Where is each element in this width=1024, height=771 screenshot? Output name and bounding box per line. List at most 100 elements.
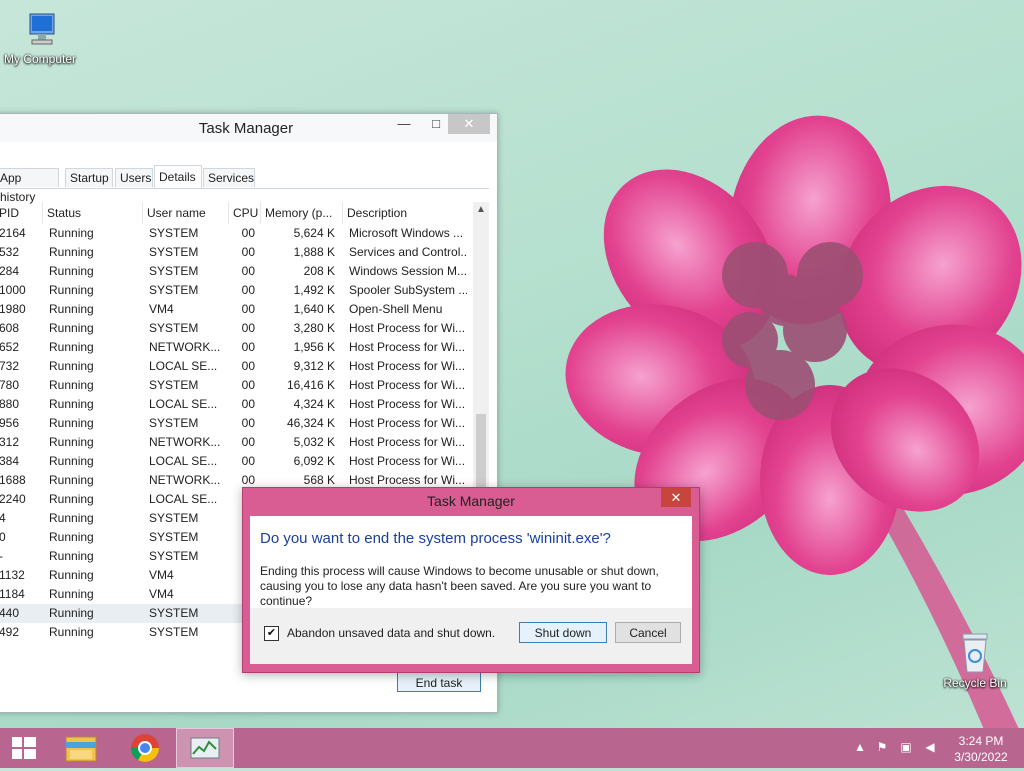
cell-user: SYSTEM [149, 321, 199, 335]
cell-desc: Host Process for Wi... [349, 435, 466, 449]
cell-user: SYSTEM [149, 283, 199, 297]
column-header-cpu[interactable]: CPU [229, 202, 261, 224]
tab-app-history[interactable]: App history [0, 168, 59, 204]
dialog-close-button[interactable]: ✕ [661, 488, 691, 507]
cell-status: Running [49, 568, 94, 582]
tab-details[interactable]: Details [154, 165, 202, 188]
cell-user: SYSTEM [149, 378, 199, 392]
cell-desc: Open-Shell Menu [349, 302, 443, 316]
cell-status: Running [49, 587, 94, 601]
cell-pid: 4 [0, 511, 6, 525]
table-row[interactable]: 732 Running LOCAL SE... 00 9,312 K Host Proce… [0, 357, 473, 376]
close-button[interactable]: ✕ [448, 114, 490, 134]
chrome-icon [131, 734, 159, 762]
taskbar: ▲ ⚑ ▣ ◀ 3:24 PM 3/30/2022 [0, 728, 1024, 768]
scroll-up-icon[interactable]: ▲ [476, 204, 486, 215]
scrollbar-thumb[interactable] [476, 414, 486, 498]
column-header-memory[interactable]: Memory (p... [261, 202, 343, 224]
cancel-button[interactable]: Cancel [615, 622, 681, 643]
table-row[interactable]: 608 Running SYSTEM 00 3,280 K Host Process fo… [0, 319, 473, 338]
tab-services[interactable]: Services [203, 168, 255, 187]
cell-desc: Services and Control... [349, 245, 467, 259]
table-row[interactable]: 956 Running SYSTEM 00 46,324 K Host Process f… [0, 414, 473, 433]
column-header-pid[interactable]: PID [0, 202, 43, 224]
cell-user: SYSTEM [149, 511, 199, 525]
tab-users[interactable]: Users [115, 168, 153, 187]
cell-desc: Host Process for Wi... [349, 340, 466, 354]
cell-cpu: 00 [241, 245, 255, 259]
cell-pid: 532 [0, 245, 20, 259]
minimize-button[interactable]: — [391, 114, 417, 134]
cell-mem: 5,624 K [293, 226, 335, 240]
cell-mem: 208 K [303, 264, 335, 278]
cell-desc: Microsoft Windows ... [349, 226, 464, 240]
show-hidden-icons-icon[interactable]: ▲ [852, 740, 868, 756]
cell-status: Running [49, 511, 94, 525]
cell-mem: 1,888 K [293, 245, 335, 259]
table-row[interactable]: 312 Running NETWORK... 00 5,032 K Host Proces… [0, 433, 473, 452]
dialog-question: Do you want to end the system process 'w… [260, 530, 611, 547]
cell-user: SYSTEM [149, 530, 199, 544]
cell-pid: 1000 [0, 283, 26, 297]
cell-pid: 880 [0, 397, 20, 411]
column-header-status[interactable]: Status [43, 202, 143, 224]
network-icon[interactable]: ▣ [898, 740, 914, 756]
maximize-button[interactable]: □ [423, 114, 449, 134]
start-button[interactable] [0, 728, 48, 768]
taskbar-task-manager[interactable] [176, 728, 234, 768]
tab-startup[interactable]: Startup [65, 168, 113, 187]
cell-desc: Host Process for Wi... [349, 321, 466, 335]
table-row[interactable]: 780 Running SYSTEM 00 16,416 K Host Process f… [0, 376, 473, 395]
cell-user: NETWORK... [149, 340, 221, 354]
cell-pid: 1184 [0, 587, 25, 601]
table-row[interactable]: 384 Running LOCAL SE... 00 6,092 K Host Proce… [0, 452, 473, 471]
cell-pid: 284 [0, 264, 20, 278]
table-row[interactable]: 284 Running SYSTEM 00 208 K Windows Session M… [0, 262, 473, 281]
cell-pid: 2164 [0, 226, 26, 240]
cell-cpu: 00 [241, 321, 255, 335]
cell-status: Running [49, 359, 94, 373]
table-row[interactable]: 652 Running NETWORK... 00 1,956 K Host Proces… [0, 338, 473, 357]
cell-status: Running [49, 245, 94, 259]
cell-cpu: 00 [241, 264, 255, 278]
volume-muted-icon[interactable]: ◀ [922, 740, 938, 756]
taskbar-file-explorer[interactable] [58, 728, 104, 768]
cell-pid: 732 [0, 359, 20, 373]
recycle-bin-label: Recycle Bin [943, 676, 1007, 690]
table-row[interactable]: 2164 Running SYSTEM 00 5,624 K Microsoft Wind… [0, 224, 473, 243]
cell-user: LOCAL SE... [149, 492, 218, 506]
clock[interactable]: 3:24 PM 3/30/2022 [946, 733, 1016, 765]
cell-cpu: 00 [241, 454, 255, 468]
cell-pid: - [0, 547, 39, 566]
table-row[interactable]: 532 Running SYSTEM 00 1,888 K Services and Co… [0, 243, 473, 262]
cell-desc: Host Process for Wi... [349, 454, 466, 468]
recycle-bin-desktop-icon[interactable]: Recycle Bin [935, 630, 1015, 690]
abandon-data-label[interactable]: Abandon unsaved data and shut down. [287, 626, 495, 640]
column-header-user-name[interactable]: User name [143, 202, 229, 224]
cell-user: VM4 [149, 568, 174, 582]
my-computer-desktop-icon[interactable]: My Computer [0, 10, 80, 66]
table-row[interactable]: 1980 Running VM4 00 1,640 K Open-Shell Menu [0, 300, 473, 319]
recycle-bin-icon [962, 633, 988, 673]
cell-status: Running [49, 397, 94, 411]
abandon-data-checkbox[interactable]: ✔ [264, 626, 279, 641]
cell-status: Running [49, 492, 94, 506]
cell-pid: 312 [0, 435, 20, 449]
tab-strip: App history Startup Users Details Servic… [0, 165, 489, 204]
shut-down-button[interactable]: Shut down [519, 622, 607, 643]
dialog-footer: ✔ Abandon unsaved data and shut down. Sh… [250, 608, 692, 664]
cell-user: VM4 [149, 587, 174, 601]
cell-cpu: 00 [241, 226, 255, 240]
cell-status: Running [49, 378, 94, 392]
table-row[interactable]: 880 Running LOCAL SE... 00 4,324 K Host Proce… [0, 395, 473, 414]
cell-pid: 1688 [0, 473, 26, 487]
task-manager-titlebar[interactable]: Task Manager — □ ✕ [0, 114, 497, 142]
cell-mem: 9,312 K [293, 359, 335, 373]
taskbar-chrome[interactable] [118, 728, 172, 768]
table-row[interactable]: 1000 Running SYSTEM 00 1,492 K Spooler SubSys… [0, 281, 473, 300]
action-center-flag-icon[interactable]: ⚑ [874, 740, 890, 756]
cell-cpu: 00 [241, 359, 255, 373]
end-task-button[interactable]: End task [397, 672, 481, 692]
column-header-description[interactable]: Description [343, 202, 473, 224]
clock-time: 3:24 PM [958, 734, 1004, 748]
